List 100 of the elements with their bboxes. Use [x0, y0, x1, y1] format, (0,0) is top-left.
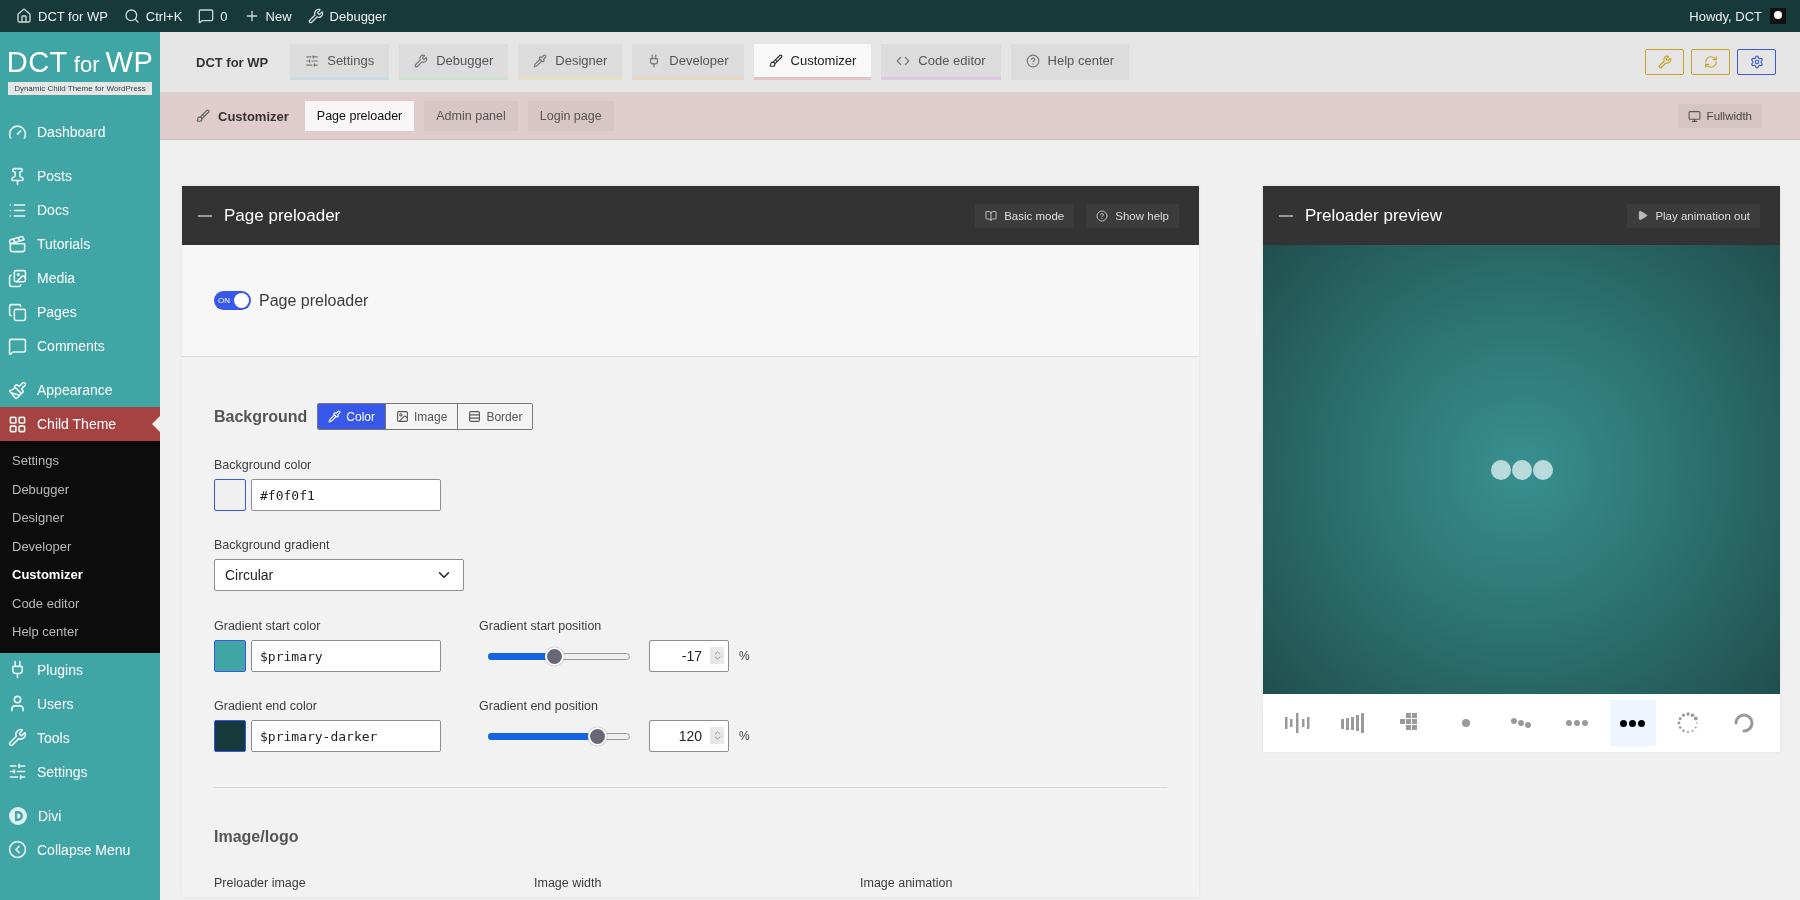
book-icon — [985, 209, 998, 222]
settings-icon — [305, 53, 320, 68]
loader-dots-drawing — [1490, 459, 1553, 480]
mode-button[interactable]: Color — [318, 404, 386, 429]
refresh-icon — [1703, 55, 1718, 69]
input-field[interactable]: $primary — [251, 640, 441, 672]
field-label: Image animation — [860, 876, 954, 890]
search-icon — [123, 8, 140, 24]
tab[interactable]: Login page — [527, 101, 614, 131]
admin-bar-item[interactable]: Debugger — [299, 0, 395, 32]
help-icon — [1096, 209, 1109, 222]
layout-icon — [8, 414, 27, 434]
monitor-icon — [1687, 109, 1701, 123]
submenu-item[interactable]: Settings — [0, 447, 160, 476]
dot-icon — [1461, 719, 1470, 727]
video-icon — [8, 234, 27, 254]
collapse-icon[interactable] — [1279, 214, 1293, 217]
number-field[interactable]: -17 — [649, 640, 729, 672]
tab[interactable]: Developer — [632, 44, 744, 80]
paintbrush-icon — [8, 380, 27, 400]
pipette-icon — [328, 410, 342, 423]
play-button[interactable]: Play animation out — [1627, 203, 1760, 228]
color-swatch[interactable] — [214, 720, 246, 752]
toolbar-button[interactable] — [1691, 49, 1730, 75]
fullwidth-button[interactable]: Fullwidth — [1677, 104, 1762, 128]
submenu-item[interactable]: Code editor — [0, 589, 160, 618]
media-icon — [8, 268, 27, 288]
settings-icon — [8, 762, 27, 781]
collapse-icon — [8, 840, 27, 859]
section-name: Customizer — [218, 108, 289, 124]
toolbar-button[interactable] — [1737, 49, 1776, 75]
number-field[interactable]: 120 — [649, 720, 729, 752]
submenu-item[interactable]: Designer — [0, 504, 160, 533]
input-field[interactable]: #f0f0f1 — [251, 479, 441, 511]
brush-icon — [768, 53, 783, 68]
field-label: Image width — [534, 876, 603, 890]
mode-button[interactable]: Border — [457, 404, 533, 429]
toolbar-button[interactable] — [1645, 49, 1684, 75]
tab[interactable]: Designer — [518, 44, 623, 80]
tab[interactable]: Code editor — [881, 44, 1001, 80]
play-icon — [1637, 210, 1649, 221]
settings-icon — [1749, 55, 1764, 69]
unit-label: % — [739, 729, 750, 743]
admin-bar-item[interactable]: 0 — [190, 0, 236, 32]
toggle-switch[interactable]: ON — [214, 291, 251, 310]
card-title: Preloader preview — [1305, 205, 1442, 226]
border-icon — [468, 410, 482, 423]
comment-icon — [8, 336, 27, 356]
admin-bar-item[interactable]: New — [235, 0, 300, 32]
header-button[interactable]: Show help — [1086, 203, 1179, 228]
tab[interactable]: Help center — [1010, 44, 1130, 80]
logo-text: WP — [105, 46, 154, 79]
help-icon — [1025, 53, 1040, 68]
tab[interactable]: Debugger — [399, 44, 509, 80]
dots-icon — [1511, 718, 1532, 728]
color-swatch[interactable] — [214, 640, 246, 672]
color-swatch[interactable] — [214, 479, 246, 511]
field-label: Background gradient — [214, 538, 331, 552]
wrench-icon — [8, 728, 27, 747]
field-label: Gradient start position — [479, 619, 603, 633]
field-label: Gradient end position — [479, 699, 599, 713]
image-icon — [396, 410, 410, 423]
header-button[interactable]: Basic mode — [975, 203, 1075, 228]
submenu-item[interactable]: Help center — [0, 618, 160, 647]
greeting[interactable]: Howdy, DCT — [1689, 8, 1762, 24]
animation-option[interactable] — [1609, 700, 1656, 746]
wrench-icon — [414, 53, 429, 68]
avatar-icon[interactable] — [1770, 8, 1786, 24]
pages-icon — [8, 302, 27, 322]
menu-item[interactable]: Child Theme — [0, 407, 160, 441]
field-label: Background color — [214, 458, 313, 472]
section-heading: Background — [214, 407, 308, 426]
input-field[interactable]: $primary-darker — [251, 720, 441, 752]
tab[interactable]: Customizer — [753, 44, 872, 80]
collapse-icon[interactable] — [198, 214, 212, 217]
brush-icon — [196, 109, 210, 123]
admin-bar-item[interactable]: DCT for WP — [8, 0, 116, 32]
card-title: Page preloader — [224, 205, 341, 226]
submenu-item[interactable]: Developer — [0, 532, 160, 561]
unit-label: % — [739, 649, 750, 663]
logo-text: for — [73, 52, 100, 78]
logo-subtitle: Dynamic Child Theme for WordPress — [8, 82, 152, 95]
spinner-icon[interactable] — [710, 647, 724, 664]
tab[interactable]: Admin panel — [424, 101, 518, 131]
submenu-item[interactable]: Customizer — [0, 561, 160, 590]
tab[interactable]: Page preloader — [304, 101, 415, 131]
submenu-item[interactable]: Debugger — [0, 475, 160, 504]
field-label: Gradient end color — [214, 699, 318, 713]
wrench-icon — [307, 8, 324, 24]
slider-thumb[interactable] — [587, 726, 607, 746]
spinner-icon[interactable] — [710, 727, 724, 744]
admin-bar-item[interactable]: Ctrl+K — [115, 0, 191, 32]
field-label: Gradient start color — [214, 619, 322, 633]
pin-icon — [8, 166, 27, 186]
comment-icon — [198, 8, 215, 24]
slider-thumb[interactable] — [545, 646, 565, 666]
divi-icon — [8, 805, 28, 826]
tab[interactable]: Settings — [290, 44, 390, 80]
select-field[interactable]: Circular — [214, 559, 464, 591]
pipette-icon — [533, 53, 548, 68]
